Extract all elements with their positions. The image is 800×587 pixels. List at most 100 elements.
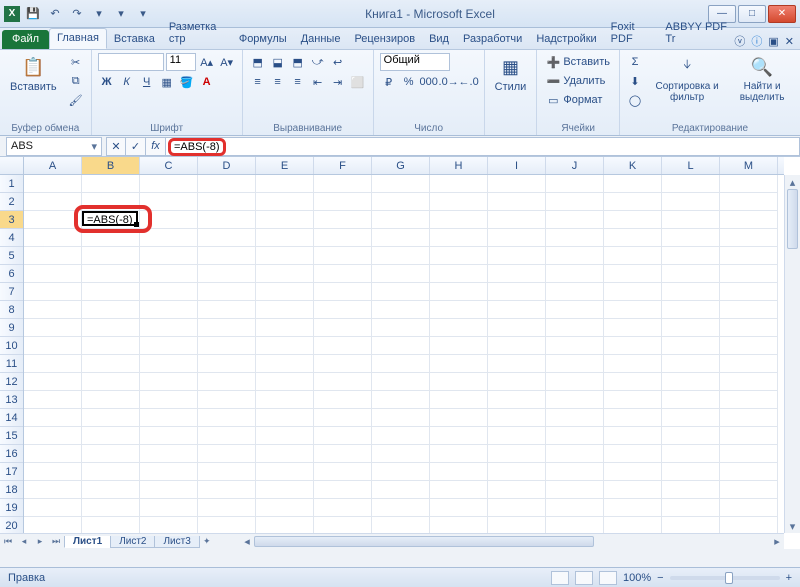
row-header[interactable]: 18: [0, 481, 23, 499]
cell[interactable]: [546, 481, 604, 499]
page-layout-view-button[interactable]: [575, 571, 593, 585]
percent-icon[interactable]: %: [400, 73, 418, 91]
cell[interactable]: [140, 247, 198, 265]
cell[interactable]: [140, 355, 198, 373]
cell[interactable]: [372, 193, 430, 211]
cell[interactable]: [720, 427, 778, 445]
cell[interactable]: [198, 301, 256, 319]
row-header[interactable]: 13: [0, 391, 23, 409]
cell[interactable]: [488, 463, 546, 481]
chevron-down-icon[interactable]: ▾: [90, 5, 108, 23]
indent-decrease-icon[interactable]: ⇤: [309, 73, 327, 91]
cell[interactable]: [720, 337, 778, 355]
cell[interactable]: [198, 211, 256, 229]
cell[interactable]: [198, 193, 256, 211]
cell[interactable]: [82, 409, 140, 427]
autosum-icon[interactable]: Σ: [626, 53, 644, 71]
cell[interactable]: [662, 175, 720, 193]
align-left-icon[interactable]: ≡: [249, 73, 267, 91]
cell[interactable]: [24, 193, 82, 211]
cell[interactable]: [140, 319, 198, 337]
tab-data[interactable]: Данные: [294, 30, 348, 49]
cell[interactable]: [662, 481, 720, 499]
column-header[interactable]: B: [82, 157, 140, 174]
italic-icon[interactable]: К: [118, 73, 136, 91]
column-header[interactable]: E: [256, 157, 314, 174]
cell[interactable]: [430, 445, 488, 463]
tab-view[interactable]: Вид: [422, 30, 456, 49]
cell[interactable]: [256, 301, 314, 319]
cell[interactable]: [430, 463, 488, 481]
cell[interactable]: [24, 265, 82, 283]
fill-color-icon[interactable]: 🪣: [178, 73, 196, 91]
cell[interactable]: [604, 193, 662, 211]
column-header[interactable]: K: [604, 157, 662, 174]
cell[interactable]: [372, 319, 430, 337]
tab-developer[interactable]: Разработчи: [456, 30, 529, 49]
minimize-ribbon-icon[interactable]: ⓥ: [734, 33, 745, 49]
cell[interactable]: [140, 301, 198, 319]
insert-function-button[interactable]: fx: [146, 137, 166, 156]
cell[interactable]: [488, 175, 546, 193]
cell[interactable]: [546, 409, 604, 427]
decrease-decimal-icon[interactable]: ←.0: [460, 73, 478, 91]
cell[interactable]: [256, 427, 314, 445]
cell[interactable]: [546, 463, 604, 481]
row-header[interactable]: 3: [0, 211, 23, 229]
cell[interactable]: [720, 355, 778, 373]
cell[interactable]: [604, 373, 662, 391]
cell[interactable]: [198, 355, 256, 373]
orientation-icon[interactable]: ⤻: [309, 53, 327, 71]
cell[interactable]: [24, 319, 82, 337]
cell[interactable]: [256, 247, 314, 265]
cell[interactable]: [604, 391, 662, 409]
sheet-nav-prev-icon[interactable]: ◂: [16, 534, 32, 550]
cell[interactable]: [372, 391, 430, 409]
cell[interactable]: [82, 463, 140, 481]
sheet-tab[interactable]: Лист1: [64, 536, 111, 548]
cell[interactable]: [546, 427, 604, 445]
zoom-knob[interactable]: [725, 572, 733, 584]
comma-icon[interactable]: 000: [420, 73, 438, 91]
cell[interactable]: [488, 337, 546, 355]
cell[interactable]: [604, 445, 662, 463]
cell[interactable]: [662, 265, 720, 283]
cell[interactable]: [604, 211, 662, 229]
copy-icon[interactable]: ⧉: [67, 72, 85, 90]
cell[interactable]: [198, 319, 256, 337]
cell[interactable]: [488, 427, 546, 445]
cell[interactable]: [430, 175, 488, 193]
cell[interactable]: [662, 319, 720, 337]
sheet-nav-next-icon[interactable]: ▸: [32, 534, 48, 550]
enter-formula-button[interactable]: ✓: [126, 137, 146, 156]
cell[interactable]: [372, 373, 430, 391]
cell[interactable]: [256, 445, 314, 463]
cell[interactable]: [604, 319, 662, 337]
cell[interactable]: [82, 265, 140, 283]
cell[interactable]: [546, 499, 604, 517]
cell[interactable]: [140, 427, 198, 445]
tab-page-layout[interactable]: Разметка стр: [162, 18, 232, 49]
column-header[interactable]: M: [720, 157, 778, 174]
cell[interactable]: [24, 301, 82, 319]
window-close-icon[interactable]: ✕: [785, 35, 794, 48]
cell[interactable]: [662, 391, 720, 409]
column-header[interactable]: D: [198, 157, 256, 174]
horizontal-scrollbar[interactable]: ◂ ▸: [240, 533, 784, 549]
cell[interactable]: [82, 229, 140, 247]
grow-font-icon[interactable]: A▴: [198, 53, 216, 71]
format-painter-icon[interactable]: 🖌: [67, 91, 85, 109]
cell[interactable]: [198, 463, 256, 481]
cell[interactable]: [662, 301, 720, 319]
cell[interactable]: [372, 337, 430, 355]
column-header[interactable]: F: [314, 157, 372, 174]
cell[interactable]: [430, 229, 488, 247]
cell[interactable]: [430, 427, 488, 445]
cell[interactable]: [720, 409, 778, 427]
find-select-button[interactable]: 🔍 Найти и выделить: [730, 53, 794, 105]
cell[interactable]: [372, 463, 430, 481]
zoom-out-button[interactable]: −: [657, 572, 663, 584]
cell[interactable]: [720, 481, 778, 499]
cell[interactable]: [430, 301, 488, 319]
cell[interactable]: [256, 463, 314, 481]
